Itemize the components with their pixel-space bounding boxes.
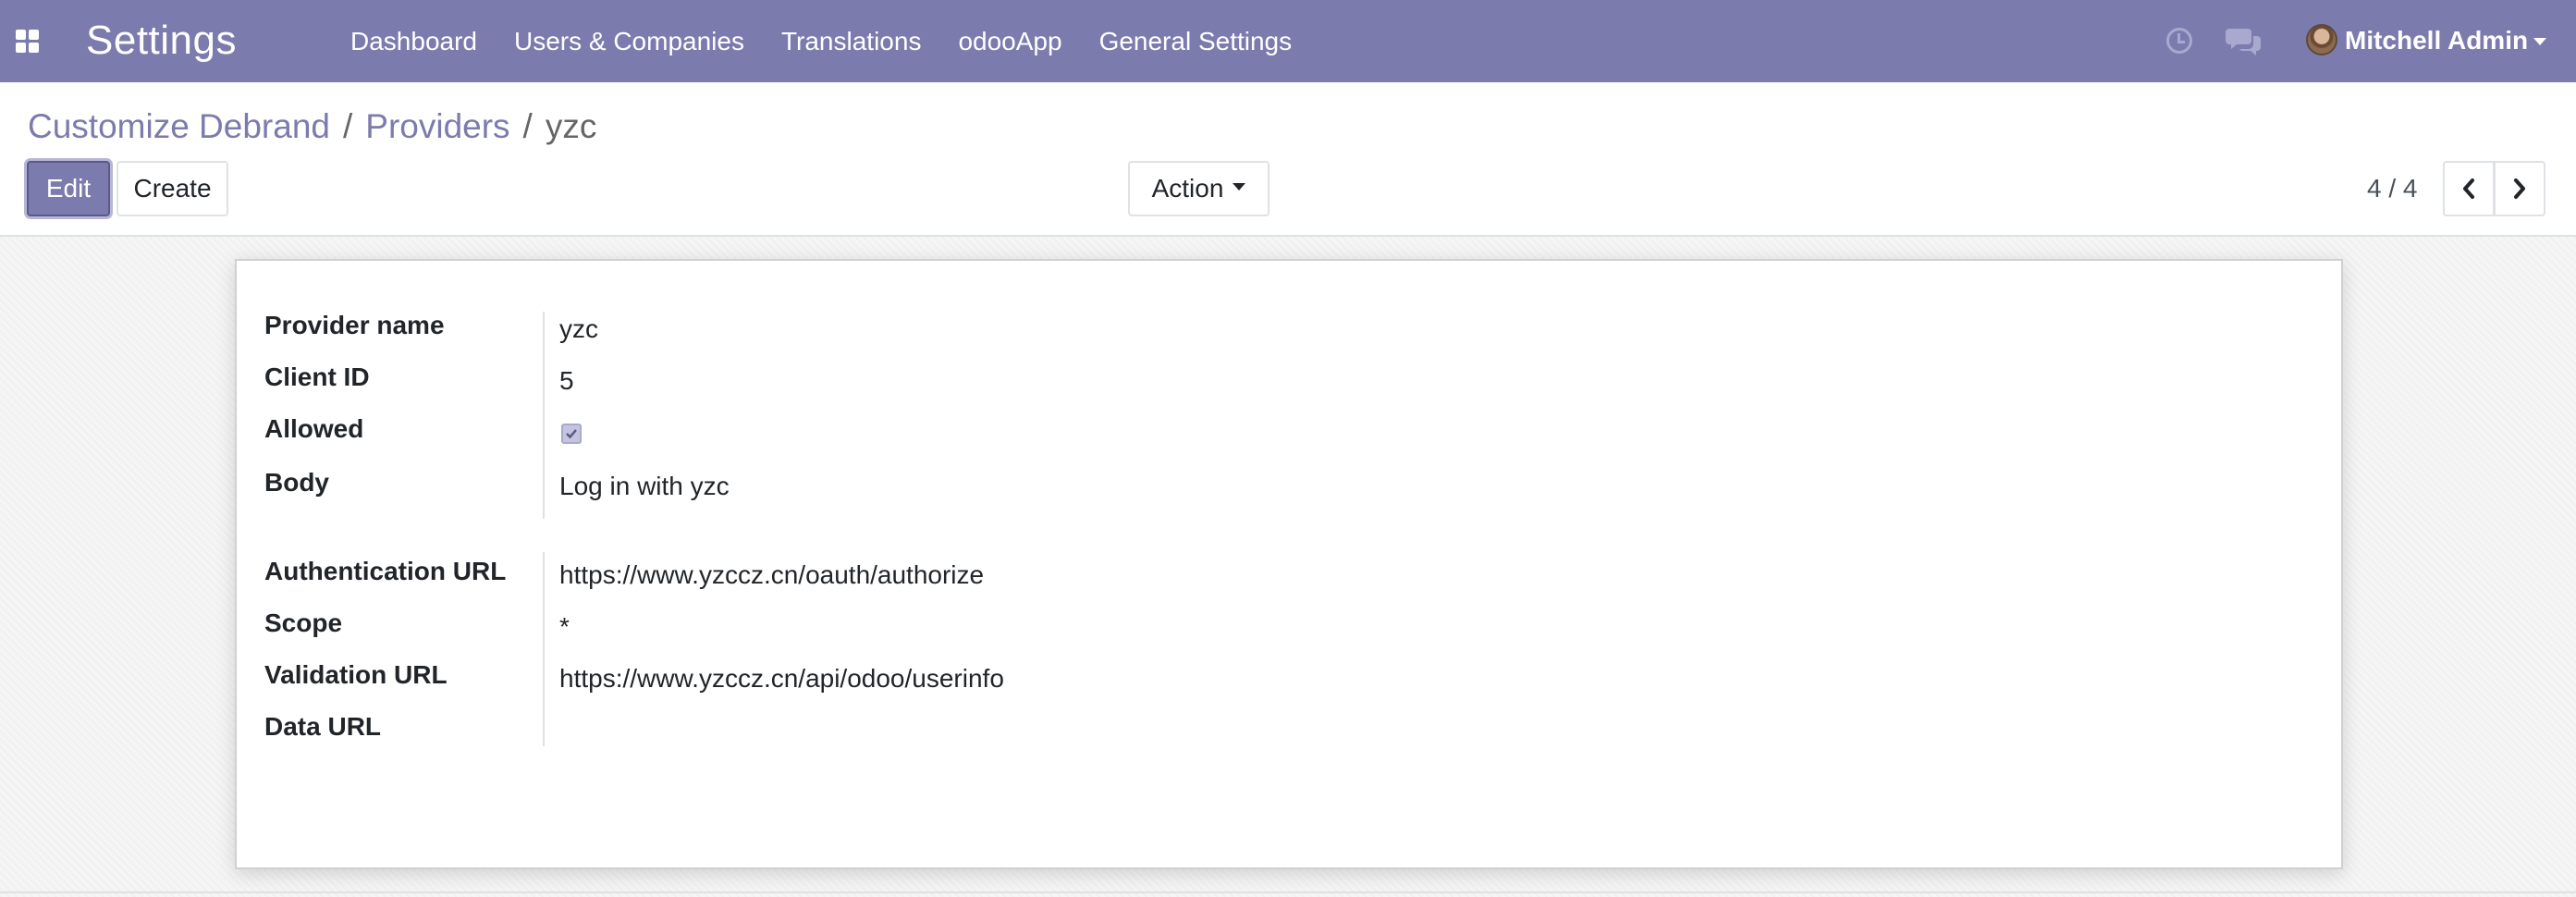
avatar[interactable]: [2306, 24, 2337, 55]
value-body: Log in with yzc: [559, 472, 730, 500]
menu-item-odooapp[interactable]: odooApp: [958, 27, 1061, 56]
field-group-divider: [543, 552, 545, 746]
label-provider-name: Provider name: [264, 311, 445, 339]
value-client-id: 5: [559, 366, 574, 395]
edit-button[interactable]: Edit: [27, 161, 110, 216]
label-authentication-url: Authentication URL: [264, 557, 507, 585]
breadcrumb-separator: /: [522, 107, 533, 145]
menu-item-translations[interactable]: Translations: [781, 27, 921, 56]
label-client-id: Client ID: [264, 362, 370, 391]
value-authentication-url: https://www.yzccz.cn/oauth/authorize: [559, 560, 985, 589]
label-allowed: Allowed: [264, 414, 364, 443]
value-validation-url: https://www.yzccz.cn/api/odoo/userinfo: [559, 664, 1004, 693]
action-label: Action: [1151, 174, 1224, 203]
breadcrumb-customize-debrand[interactable]: Customize Debrand: [28, 107, 330, 145]
top-navbar: Settings Dashboard Users & Companies Tra…: [0, 0, 2576, 82]
label-body: Body: [264, 468, 329, 497]
clock-icon[interactable]: [2166, 28, 2192, 54]
chevron-right-icon: [2514, 178, 2525, 199]
bottom-border: [0, 891, 2576, 893]
breadcrumb: Customize Debrand / Providers / yzc: [28, 102, 596, 152]
main-menu: Dashboard Users & Companies Translations…: [350, 0, 1329, 82]
menu-item-general-settings[interactable]: General Settings: [1099, 27, 1293, 56]
pager-previous-button[interactable]: [2443, 161, 2495, 216]
label-data-url: Data URL: [264, 712, 382, 741]
pager-value[interactable]: 4 / 4: [2367, 165, 2417, 213]
allowed-checkbox: [561, 424, 582, 444]
value-provider-name: yzc: [559, 314, 598, 343]
label-scope: Scope: [264, 608, 343, 637]
user-menu[interactable]: Mitchell Admin: [2345, 20, 2528, 61]
field-group-divider: [543, 312, 545, 519]
menu-item-dashboard[interactable]: Dashboard: [350, 27, 477, 56]
action-dropdown-button[interactable]: Action: [1128, 161, 1270, 216]
caret-down-icon: [1233, 182, 1246, 190]
value-scope: *: [559, 612, 570, 641]
breadcrumb-separator: /: [342, 107, 353, 145]
breadcrumb-current-record: yzc: [545, 107, 597, 145]
chevron-left-icon: [2463, 178, 2474, 199]
caret-down-icon[interactable]: [2533, 38, 2546, 45]
apps-grid-icon[interactable]: [16, 30, 39, 53]
pager-next-button[interactable]: [2494, 161, 2545, 216]
breadcrumb-providers[interactable]: Providers: [365, 107, 509, 145]
menu-item-users-companies[interactable]: Users & Companies: [514, 27, 744, 56]
create-button[interactable]: Create: [117, 161, 228, 216]
chat-bubbles-icon[interactable]: [2226, 25, 2263, 58]
app-title[interactable]: Settings: [86, 15, 237, 67]
label-validation-url: Validation URL: [264, 660, 448, 689]
checkmark-icon: [566, 429, 577, 439]
form-sheet: [235, 259, 2343, 869]
